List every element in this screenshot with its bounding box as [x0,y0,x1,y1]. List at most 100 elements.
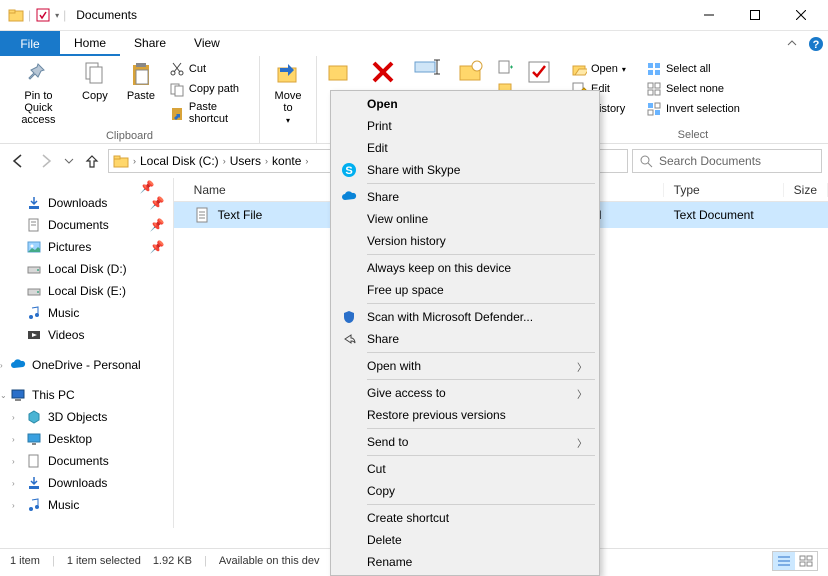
chevron-right-icon[interactable]: › [12,413,15,422]
maximize-button[interactable] [732,0,778,30]
chevron-right-icon[interactable]: › [12,457,15,466]
ctx-share[interactable]: Share [333,328,597,350]
ctx-copy[interactable]: Copy [333,480,597,502]
ctx-share-onedrive[interactable]: Share [333,186,597,208]
ctx-delete[interactable]: Delete [333,529,597,551]
thumbnails-view-button[interactable] [795,552,817,570]
chevron-right-icon[interactable]: › [12,479,15,488]
nav-documents[interactable]: Documents 📌 [0,214,173,236]
tab-file[interactable]: File [0,31,60,56]
ctx-open[interactable]: Open [333,93,597,115]
cut-button[interactable]: Cut [167,60,251,78]
open-icon [571,61,587,77]
folder-icon [8,7,24,23]
window-title: Documents [76,8,137,22]
ctx-create-shortcut[interactable]: Create shortcut [333,507,597,529]
ctx-share-skype[interactable]: S Share with Skype [333,159,597,181]
column-type[interactable]: Type [664,183,784,197]
ctx-edit[interactable]: Edit [333,137,597,159]
nav-music[interactable]: Music [0,302,173,324]
minimize-button[interactable] [686,0,732,30]
ctx-version-history[interactable]: Version history [333,230,597,252]
chevron-right-icon[interactable]: › [303,156,310,166]
ctx-scan-defender[interactable]: Scan with Microsoft Defender... [333,306,597,328]
rename-icon [413,58,441,76]
nav-this-pc[interactable]: ⌄ This PC [0,384,173,406]
nav-local-disk-e[interactable]: Local Disk (E:) [0,280,173,302]
help-icon[interactable]: ? [804,31,828,56]
tab-share[interactable]: Share [120,31,180,56]
close-button[interactable] [778,0,824,30]
chevron-right-icon[interactable]: › [221,156,228,166]
forward-button[interactable] [34,149,58,173]
nav-downloads-2[interactable]: › Downloads [0,472,173,494]
tab-view[interactable]: View [180,31,234,56]
select-all-button[interactable]: Select all [644,60,742,78]
share-icon [339,329,359,349]
pin-to-quick-access-button[interactable]: Pin to Quick access [6,58,71,128]
search-icon [639,154,653,168]
nav-3d-objects[interactable]: › 3D Objects [0,406,173,428]
nav-music-2[interactable]: › Music [0,494,173,516]
search-placeholder: Search Documents [659,154,761,168]
ctx-rename[interactable]: Rename [333,551,597,573]
breadcrumb-segment[interactable]: konte [272,154,301,168]
qat-dropdown-icon[interactable]: ▾ [55,11,59,20]
properties-icon [525,58,553,86]
move-to-button[interactable]: Move to ▾ [266,58,310,127]
nav-onedrive[interactable]: › OneDrive - Personal [0,354,173,376]
breadcrumb-segment[interactable]: Users [230,154,261,168]
copy-button[interactable]: Copy [73,58,117,104]
onedrive-icon [10,357,26,373]
open-button[interactable]: Open ▾ [569,60,628,78]
qat-properties-icon[interactable] [35,7,51,23]
nav-desktop[interactable]: › Desktop [0,428,173,450]
chevron-right-icon: 〉 [577,359,587,374]
nav-downloads[interactable]: Downloads 📌 [0,192,173,214]
chevron-right-icon: 〉 [577,386,587,401]
ribbon-minimize-icon[interactable] [780,31,804,56]
chevron-right-icon[interactable]: › [12,501,15,510]
ctx-open-with[interactable]: Open with 〉 [333,355,597,377]
chevron-right-icon[interactable]: › [0,361,3,370]
nav-documents-2[interactable]: › Documents [0,450,173,472]
paste-shortcut-button[interactable]: Paste shortcut [167,100,251,126]
ctx-free-up[interactable]: Free up space [333,279,597,301]
nav-pictures[interactable]: Pictures 📌 [0,236,173,258]
nav-local-disk-d[interactable]: Local Disk (D:) [0,258,173,280]
nav-videos[interactable]: Videos [0,324,173,346]
chevron-right-icon[interactable]: › [263,156,270,166]
chevron-right-icon[interactable]: › [12,435,15,444]
up-button[interactable] [80,149,104,173]
ctx-view-online[interactable]: View online [333,208,597,230]
copy-path-button[interactable]: Copy path [167,80,251,98]
invert-selection-button[interactable]: Invert selection [644,100,742,118]
paste-button[interactable]: Paste [119,58,163,104]
folder-icon [113,153,129,169]
tab-home[interactable]: Home [60,31,120,56]
ctx-always-keep[interactable]: Always keep on this device [333,257,597,279]
ctx-cut[interactable]: Cut [333,458,597,480]
column-size[interactable]: Size [784,183,828,197]
chevron-right-icon: 〉 [577,435,587,450]
chevron-down-icon: ▾ [622,65,626,74]
svg-text:S: S [345,165,352,177]
chevron-down-icon[interactable]: ⌄ [0,391,7,400]
recent-locations-button[interactable] [62,149,76,173]
details-view-button[interactable] [773,552,795,570]
ctx-restore-previous[interactable]: Restore previous versions [333,404,597,426]
new-item-button[interactable] [495,58,515,76]
drive-icon [26,283,42,299]
pin-icon: 📌 [150,218,165,232]
skype-icon: S [339,160,359,180]
ctx-print[interactable]: Print [333,115,597,137]
search-input[interactable]: Search Documents [632,149,822,173]
ctx-send-to[interactable]: Send to 〉 [333,431,597,453]
downloads-icon [26,475,42,491]
breadcrumb-segment[interactable]: Local Disk (C:) [140,154,219,168]
context-menu: Open Print Edit S Share with Skype Share… [330,90,600,576]
ctx-give-access[interactable]: Give access to 〉 [333,382,597,404]
back-button[interactable] [6,149,30,173]
select-none-button[interactable]: Select none [644,80,742,98]
chevron-right-icon[interactable]: › [131,156,138,166]
